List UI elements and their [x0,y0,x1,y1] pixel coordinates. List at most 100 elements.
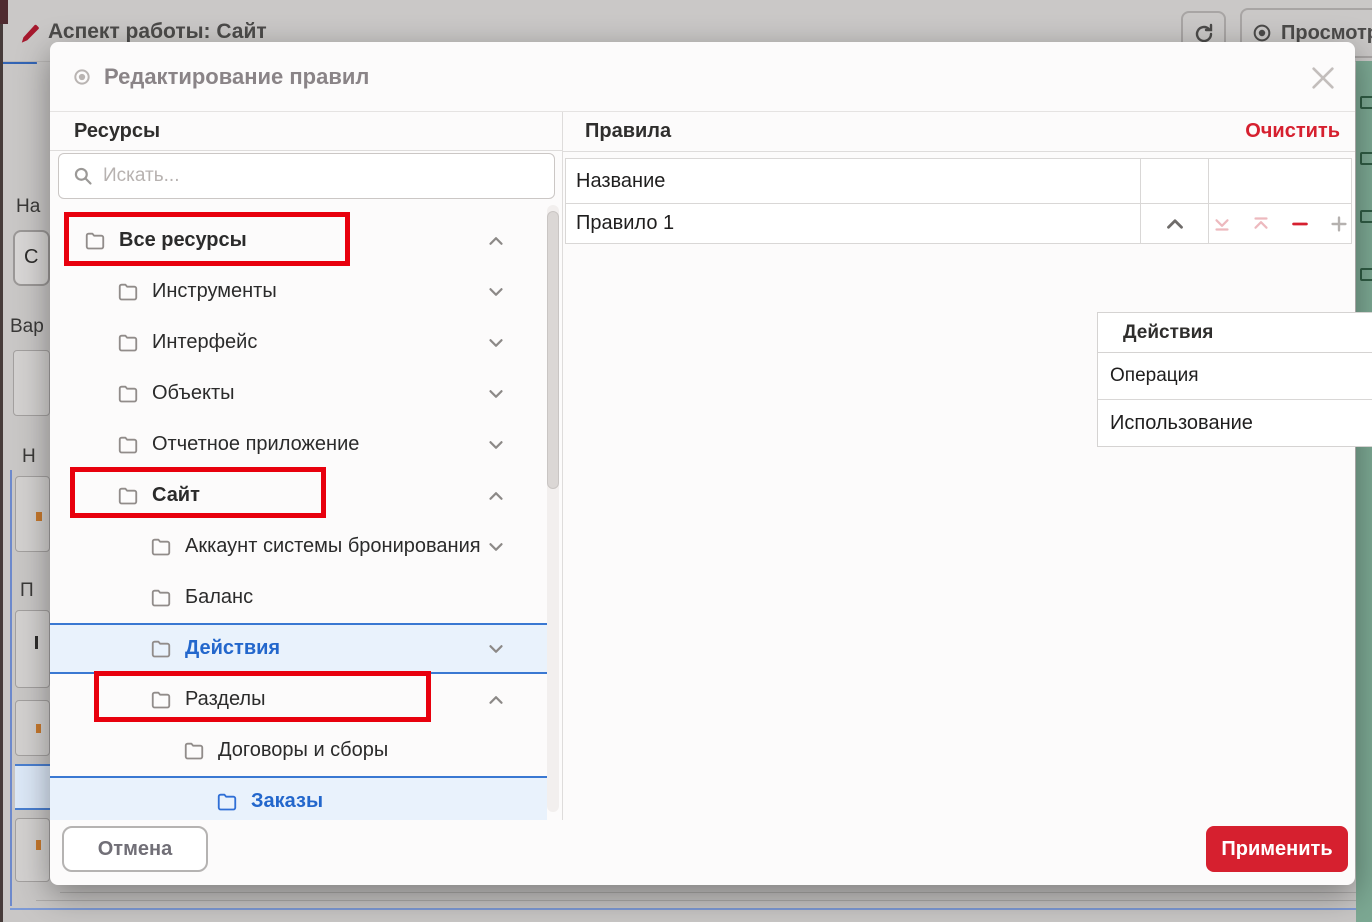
target-icon [72,67,92,87]
chevron-icon[interactable] [485,740,507,762]
tree-item-label: Разделы [185,688,265,711]
column-actions [1209,159,1351,203]
move-to-top-icon[interactable] [1250,213,1272,235]
rules-table: Название Правило 1 [565,158,1352,244]
actions-header-label: Действия [1123,322,1213,344]
chevron-icon[interactable] [485,638,507,660]
folder-icon [117,434,139,456]
background-label-n: Н [22,446,36,468]
chevron-icon[interactable] [485,434,507,456]
tree-item-sections[interactable]: Разделы [50,674,547,725]
tree-item-label: Отчетное приложение [152,433,359,456]
actions-panel: Действия Операция Разрешение Использован… [1097,312,1372,447]
folder-icon [150,689,172,711]
tree-item-label: Заказы [251,790,323,813]
move-to-bottom-icon[interactable] [1211,213,1233,235]
remove-rule-icon[interactable] [1289,213,1311,235]
edit-rules-dialog: Редактирование правил Ресурсы Все ресурс… [50,42,1355,885]
background-select-fragment [13,350,50,416]
chevron-icon[interactable] [485,332,507,354]
close-icon[interactable] [1307,62,1339,94]
toolbar-icon-fragment[interactable] [1360,152,1372,165]
tree-item-all-resources[interactable]: Все ресурсы [50,215,547,266]
chevron-icon[interactable] [485,791,507,813]
folder-icon [216,791,238,813]
collapse-chevron-icon[interactable] [1162,211,1188,237]
folder-icon [117,332,139,354]
toolbar-icon-fragment[interactable] [1360,268,1372,281]
background-border-fragment [10,470,12,906]
tree-scrollbar-thumb[interactable] [547,211,559,489]
chevron-icon[interactable] [485,689,507,711]
tree-item-label: Все ресурсы [119,229,247,252]
window-edge [0,0,3,922]
cancel-button[interactable]: Отмена [62,826,208,872]
actions-header: Действия [1098,313,1372,353]
rule-actions-cell [1209,204,1351,243]
screen: Аспект работы: Сайт Просмотр А На С Вар … [0,0,1372,922]
chevron-icon[interactable] [485,383,507,405]
background-icon-fragment [36,724,41,733]
clear-rules-link[interactable]: Очистить [1245,120,1340,143]
eye-target-icon [1251,22,1273,44]
folder-icon [150,638,172,660]
toolbar-icon-fragment[interactable] [1360,96,1372,109]
rules-table-header: Название [566,159,1351,203]
background-box-fragment [15,476,50,552]
background-border-fragment [10,908,1372,910]
folder-icon [117,383,139,405]
dialog-title: Редактирование правил [104,64,369,90]
resources-panel: Ресурсы Все ресурсы Инструменты Интерфей… [50,112,562,820]
rules-header: Правила Очистить [562,112,1355,152]
search-input[interactable] [103,165,523,187]
background-label-na: На [16,196,40,218]
window-corner [0,0,8,24]
dialog-title-bar: Редактирование правил [50,42,1355,112]
folder-icon [117,281,139,303]
tree-item-label: Договоры и сборы [218,739,388,762]
add-rule-icon[interactable] [1328,213,1350,235]
folder-icon [183,740,205,762]
tree-item-label: Аккаунт системы бронирования [185,535,481,558]
tree-item-orders[interactable]: Заказы [50,776,547,820]
tree-item-label: Интерфейс [152,331,257,354]
background-border-fragment [36,900,1372,901]
tree-item-booking-account[interactable]: Аккаунт системы бронирования [50,521,547,572]
rule-collapse-cell [1141,204,1209,243]
folder-icon [150,587,172,609]
chevron-icon[interactable] [485,536,507,558]
tree-item-tools[interactable]: Инструменты [50,266,547,317]
tree-item-actions[interactable]: Действия [50,623,547,674]
chevron-icon[interactable] [485,587,507,609]
background-border-fragment [60,892,1372,893]
dialog-footer: Отмена Применить [50,820,1355,885]
rule-name[interactable]: Правило 1 [566,204,1141,243]
background-box-fragment [15,818,50,882]
folder-icon [84,230,106,252]
tree-item-interface[interactable]: Интерфейс [50,317,547,368]
background-icon-fragment [36,512,42,521]
tree-item-contracts-fees[interactable]: Договоры и сборы [50,725,547,776]
tree-item-balance[interactable]: Баланс [50,572,547,623]
tree-item-label: Баланс [185,586,253,609]
tree-item-label: Действия [185,637,280,660]
chevron-icon[interactable] [485,485,507,507]
resources-header: Ресурсы [50,112,562,151]
toolbar-icon-fragment[interactable] [1360,210,1372,223]
tree-item-objects[interactable]: Объекты [50,368,547,419]
rules-panel: Правила Очистить Название Правило 1 [562,112,1355,820]
tree-scrollbar[interactable] [547,205,559,812]
tree-item-label: Сайт [152,484,200,507]
column-name: Название [566,159,1141,203]
tree-item-report-app[interactable]: Отчетное приложение [50,419,547,470]
tree-item-site[interactable]: Сайт [50,470,547,521]
apply-button[interactable]: Применить [1206,826,1348,872]
page-title: Аспект работы: Сайт [48,20,267,44]
chevron-icon[interactable] [485,230,507,252]
operation-value: Использование [1098,412,1372,435]
chevron-icon[interactable] [485,281,507,303]
operation-select[interactable]: Использование [1098,400,1372,446]
resources-header-label: Ресурсы [74,120,160,143]
search-icon [73,166,93,186]
background-label-p: П [20,580,34,602]
